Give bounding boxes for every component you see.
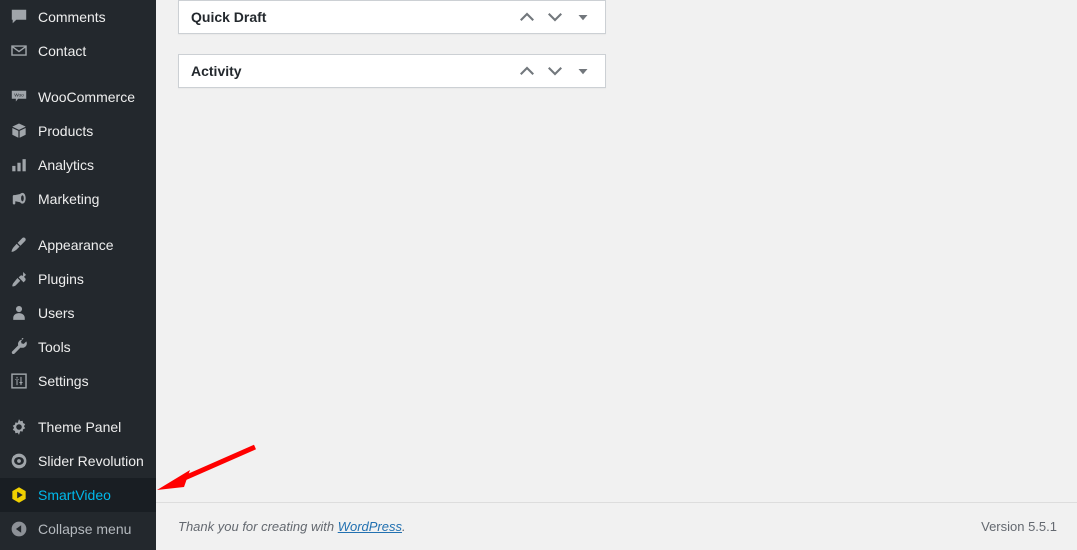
sliders-icon [8,370,30,392]
chevron-down-icon [545,61,565,81]
sidebar-item-label: Analytics [38,157,95,173]
sidebar-item-theme-panel[interactable]: Theme Panel [0,410,156,444]
sidebar-item-contact[interactable]: Contact [0,34,156,68]
footer-thanks-suffix: . [402,519,406,534]
move-down-button[interactable] [541,56,569,86]
comment-icon [8,6,30,28]
sidebar-item-users[interactable]: Users [0,296,156,330]
sidebar-item-label: Theme Panel [38,419,122,435]
sidebar-item-label: Marketing [38,191,100,207]
move-down-button[interactable] [541,2,569,32]
widget-action-group [513,55,597,87]
sidebar-item-marketing[interactable]: Marketing [0,182,156,216]
sidebar-item-label: Comments [38,9,106,25]
move-up-button[interactable] [513,56,541,86]
footer-thanks-text: Thank you for creating with WordPress. [178,519,981,534]
sidebar-item-label: Slider Revolution [38,453,144,469]
sidebar-item-smartvideo[interactable]: SmartVideo [0,478,156,512]
footer-thanks-prefix: Thank you for creating with [178,519,338,534]
sidebar-item-label: Contact [38,43,87,59]
bar-chart-icon [8,154,30,176]
move-up-button[interactable] [513,2,541,32]
collapse-arrow-icon [8,518,30,540]
sidebar-item-plugins[interactable]: Plugins [0,262,156,296]
wordpress-link[interactable]: WordPress [338,519,402,534]
sidebar-item-comments[interactable]: Comments [0,0,156,34]
sidebar-item-slider-revolution[interactable]: Slider Revolution [0,444,156,478]
woocommerce-icon: Woo [8,86,30,108]
megaphone-icon [8,188,30,210]
wordpress-version-label: Version 5.5.1 [981,519,1057,534]
wordpress-admin-screen: Comments Contact Woo WooCommerce Products Ana… [0,0,1077,550]
chevron-up-icon [517,61,537,81]
envelope-icon [8,40,30,62]
toggle-panel-button[interactable] [569,2,597,32]
admin-footer: Thank you for creating with WordPress. V… [156,502,1077,550]
slider-revolution-icon [8,450,30,472]
smartvideo-play-icon [8,484,30,506]
wrench-icon [8,336,30,358]
sidebar-item-label: Products [38,123,94,139]
sidebar-item-label: Tools [38,339,71,355]
sidebar-item-label: Appearance [38,237,114,253]
dashboard-widget-activity: Activity [178,54,606,88]
widget-title: Activity [191,63,242,79]
sidebar-item-woocommerce[interactable]: Woo WooCommerce [0,80,156,114]
triangle-down-icon [573,7,593,27]
sidebar-item-tools[interactable]: Tools [0,330,156,364]
chevron-down-icon [545,7,565,27]
admin-sidebar-menu: Comments Contact Woo WooCommerce Products Ana… [0,0,156,550]
gear-icon [8,416,30,438]
chevron-up-icon [517,7,537,27]
paintbrush-icon [8,234,30,256]
sidebar-item-label: WooCommerce [38,89,135,105]
plug-icon [8,268,30,290]
dashboard-widget-quick-draft: Quick Draft [178,0,606,34]
sidebar-item-label: Settings [38,373,89,389]
sidebar-item-label: Collapse menu [38,521,132,537]
box-icon [8,120,30,142]
sidebar-item-settings[interactable]: Settings [0,364,156,398]
toggle-panel-button[interactable] [569,56,597,86]
dashboard-widgets-column: Quick Draft Activity [178,0,606,88]
user-icon [8,302,30,324]
triangle-down-icon [573,61,593,81]
sidebar-item-collapse-menu[interactable]: Collapse menu [0,512,156,546]
widget-title: Quick Draft [191,9,267,25]
sidebar-item-analytics[interactable]: Analytics [0,148,156,182]
sidebar-item-appearance[interactable]: Appearance [0,228,156,262]
sidebar-item-products[interactable]: Products [0,114,156,148]
sidebar-item-label: Plugins [38,271,84,287]
svg-text:Woo: Woo [14,93,24,98]
widget-action-group [513,1,597,33]
sidebar-item-label: SmartVideo [38,487,111,503]
dashboard-main-content: Quick Draft Activity Thank you for creati… [156,0,1077,550]
sidebar-item-label: Users [38,305,75,321]
